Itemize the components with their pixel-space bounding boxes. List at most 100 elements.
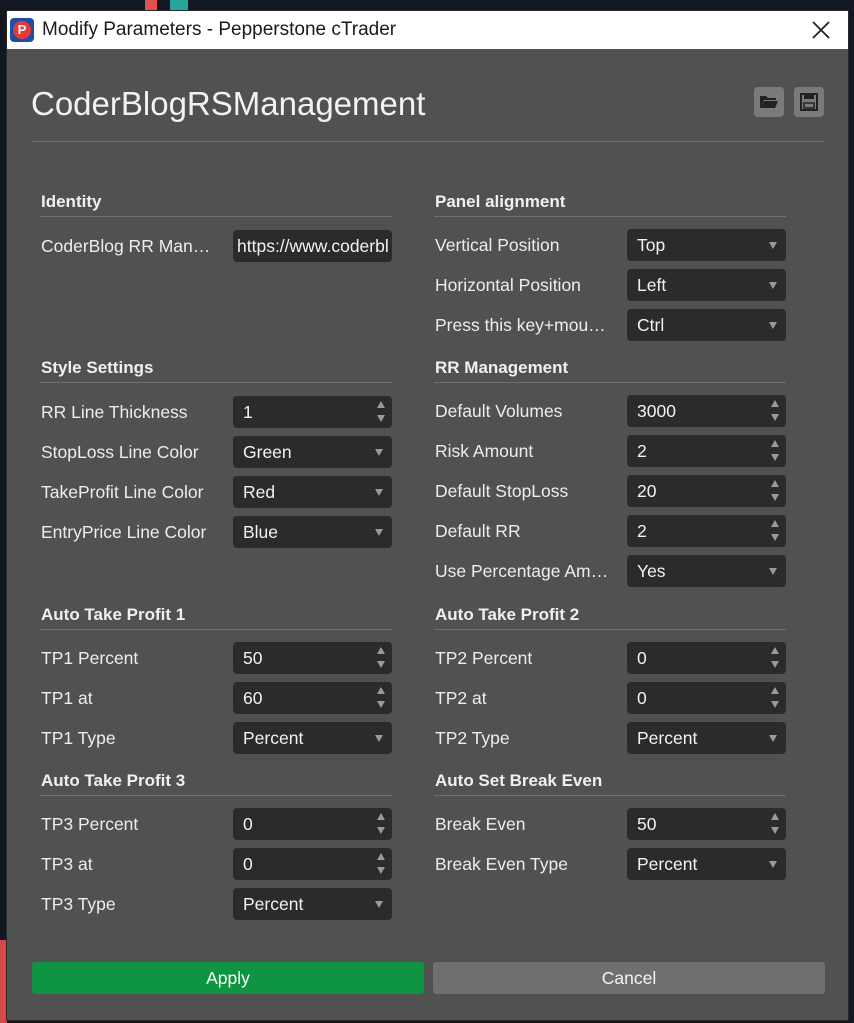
decrement-arrow-icon[interactable] xyxy=(377,701,385,708)
param-row: Horizontal Position Left xyxy=(434,269,786,301)
numeric-stepper[interactable]: 2 xyxy=(627,435,786,467)
param-row: RR Line Thickness 1 xyxy=(40,396,392,428)
increment-arrow-icon[interactable] xyxy=(771,647,779,654)
param-row: TP2 Type Percent xyxy=(434,722,786,754)
param-label: Press this key+mou… xyxy=(435,315,606,335)
increment-arrow-icon[interactable] xyxy=(771,520,779,527)
increment-arrow-icon[interactable] xyxy=(771,687,779,694)
decrement-arrow-icon[interactable] xyxy=(771,414,779,421)
input-value: 2 xyxy=(637,521,647,541)
chevron-down-icon xyxy=(375,735,383,742)
chevron-down-icon xyxy=(375,529,383,536)
param-label: StopLoss Line Color xyxy=(41,442,199,462)
param-row: CoderBlog RR Man… https://www.coderbl xyxy=(40,230,392,262)
apply-button[interactable]: Apply xyxy=(32,962,424,994)
param-label: Horizontal Position xyxy=(435,275,581,295)
numeric-stepper[interactable]: 1 xyxy=(233,396,392,428)
decrement-arrow-icon[interactable] xyxy=(771,454,779,461)
numeric-stepper[interactable]: 2 xyxy=(627,515,786,547)
selected-value: Red xyxy=(243,482,276,502)
param-label: Use Percentage Am… xyxy=(435,561,609,581)
pepperstone-logo-icon: P xyxy=(10,18,34,42)
numeric-stepper[interactable]: 0 xyxy=(627,642,786,674)
selected-value: Percent xyxy=(243,894,304,914)
increment-arrow-icon[interactable] xyxy=(377,813,385,820)
increment-arrow-icon[interactable] xyxy=(377,687,385,694)
decrement-arrow-icon[interactable] xyxy=(771,534,779,541)
selected-value: Ctrl xyxy=(637,315,665,335)
input-value: 3000 xyxy=(637,401,676,421)
increment-arrow-icon[interactable] xyxy=(771,813,779,820)
param-row: Risk Amount 2 xyxy=(434,435,786,467)
param-row: EntryPrice Line Color Blue xyxy=(40,516,392,548)
numeric-stepper[interactable]: 0 xyxy=(233,848,392,880)
input-value: 50 xyxy=(243,648,263,668)
param-label: TP2 Percent xyxy=(435,648,533,668)
dropdown-select[interactable]: Percent xyxy=(627,722,786,754)
decrement-arrow-icon[interactable] xyxy=(377,661,385,668)
numeric-stepper[interactable]: 3000 xyxy=(627,395,786,427)
increment-arrow-icon[interactable] xyxy=(377,401,385,408)
param-row: TakeProfit Line Color Red xyxy=(40,476,392,508)
folder-open-icon xyxy=(760,96,778,108)
param-label: Default StopLoss xyxy=(435,481,569,501)
increment-arrow-icon[interactable] xyxy=(771,400,779,407)
load-preset-button[interactable] xyxy=(754,87,784,117)
section-title: Auto Take Profit 3 xyxy=(40,771,392,796)
param-label: Break Even Type xyxy=(435,854,568,874)
dropdown-select[interactable]: Left xyxy=(627,269,786,301)
input-value: 0 xyxy=(637,648,647,668)
param-row: TP1 Percent 50 xyxy=(40,642,392,674)
param-row: Default RR 2 xyxy=(434,515,786,547)
dropdown-select[interactable]: Top xyxy=(627,229,786,261)
decrement-arrow-icon[interactable] xyxy=(377,867,385,874)
param-row: StopLoss Line Color Green xyxy=(40,436,392,468)
cancel-button[interactable]: Cancel xyxy=(433,962,825,994)
dropdown-select[interactable]: Red xyxy=(233,476,392,508)
numeric-stepper[interactable]: 20 xyxy=(627,475,786,507)
dropdown-select[interactable]: Percent xyxy=(233,888,392,920)
param-label: TP1 at xyxy=(41,688,93,708)
param-row: TP1 at 60 xyxy=(40,682,392,714)
param-row: Break Even Type Percent xyxy=(434,848,786,880)
param-label: TP1 Type xyxy=(41,728,116,748)
param-row: TP3 Type Percent xyxy=(40,888,392,920)
increment-arrow-icon[interactable] xyxy=(377,647,385,654)
section-title: Style Settings xyxy=(40,358,392,383)
section-auto-take-profit-2: Auto Take Profit 2 TP2 Percent 0 TP2 at … xyxy=(434,605,786,754)
input-value: https://www.coderbl xyxy=(237,236,389,256)
param-label: TP2 Type xyxy=(435,728,510,748)
input-value: 0 xyxy=(243,854,253,874)
dropdown-select[interactable]: Yes xyxy=(627,555,786,587)
dropdown-select[interactable]: Percent xyxy=(627,848,786,880)
dropdown-select[interactable]: Ctrl xyxy=(627,309,786,341)
header-divider xyxy=(31,141,825,142)
decrement-arrow-icon[interactable] xyxy=(377,827,385,834)
dropdown-select[interactable]: Green xyxy=(233,436,392,468)
decrement-arrow-icon[interactable] xyxy=(771,701,779,708)
decrement-arrow-icon[interactable] xyxy=(771,494,779,501)
param-row: TP2 Percent 0 xyxy=(434,642,786,674)
numeric-stepper[interactable]: 50 xyxy=(627,808,786,840)
decrement-arrow-icon[interactable] xyxy=(377,415,385,422)
numeric-stepper[interactable]: 0 xyxy=(233,808,392,840)
param-row: Use Percentage Am… Yes xyxy=(434,555,786,587)
numeric-stepper[interactable]: 0 xyxy=(627,682,786,714)
close-icon[interactable] xyxy=(808,17,834,43)
dropdown-select[interactable]: Blue xyxy=(233,516,392,548)
decrement-arrow-icon[interactable] xyxy=(771,827,779,834)
param-label: EntryPrice Line Color xyxy=(41,522,207,542)
numeric-stepper[interactable]: 50 xyxy=(233,642,392,674)
selected-value: Blue xyxy=(243,522,279,542)
text-input[interactable]: https://www.coderbl xyxy=(233,230,392,262)
increment-arrow-icon[interactable] xyxy=(771,440,779,447)
save-preset-button[interactable] xyxy=(794,87,824,117)
input-value: 2 xyxy=(637,441,647,461)
numeric-stepper[interactable]: 60 xyxy=(233,682,392,714)
decrement-arrow-icon[interactable] xyxy=(771,661,779,668)
dropdown-select[interactable]: Percent xyxy=(233,722,392,754)
input-value: 1 xyxy=(243,402,253,422)
chevron-down-icon xyxy=(769,735,777,742)
increment-arrow-icon[interactable] xyxy=(377,853,385,860)
increment-arrow-icon[interactable] xyxy=(771,480,779,487)
